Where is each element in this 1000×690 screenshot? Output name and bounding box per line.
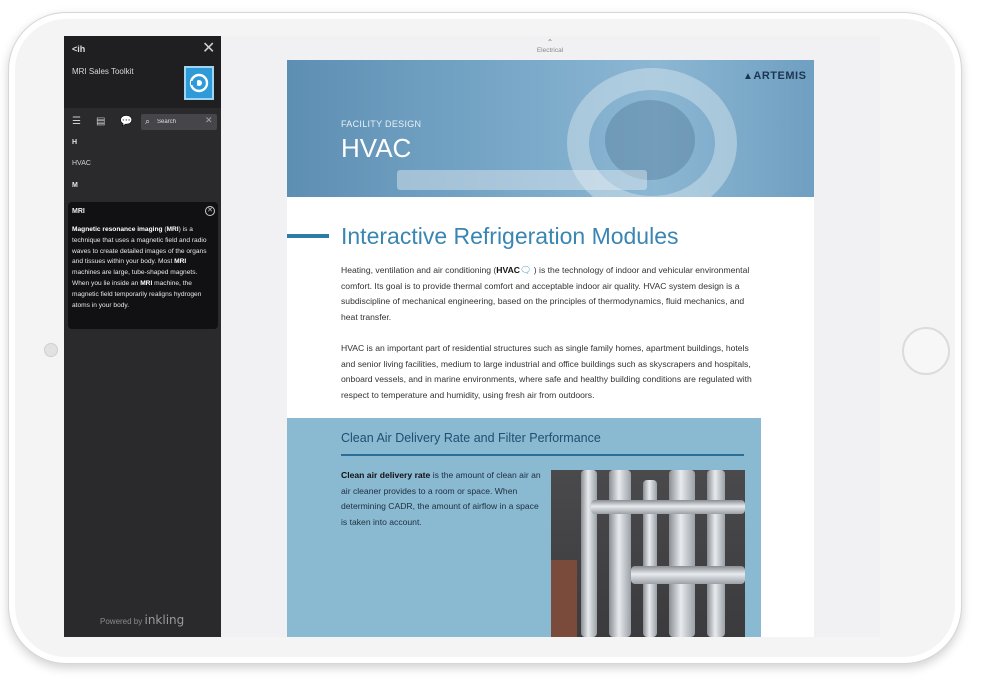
hero-title: HVAC bbox=[341, 133, 412, 163]
app-logo[interactable]: <ih bbox=[72, 44, 85, 54]
search-input[interactable] bbox=[157, 116, 203, 128]
brand-triangle-icon: ▲ bbox=[743, 71, 754, 82]
hero-image-shadow bbox=[605, 100, 695, 180]
intro-paragraph: Heating, ventilation and air conditionin… bbox=[341, 263, 763, 325]
heading-accent-bar bbox=[287, 234, 329, 238]
bold-term: HVAC bbox=[496, 265, 520, 275]
text-run: Heating, ventilation and air conditionin… bbox=[341, 265, 497, 275]
image-pipe bbox=[669, 470, 695, 637]
list-icon[interactable]: ☰ bbox=[72, 116, 84, 128]
toolkit-title: MRI Sales Toolkit bbox=[72, 67, 134, 76]
close-definition-icon[interactable]: ✕ bbox=[205, 206, 215, 216]
glossary-letter-m: M bbox=[72, 182, 78, 189]
glossary-letter-h: H bbox=[72, 139, 78, 146]
glossary-item-hvac[interactable]: HVAC bbox=[72, 160, 91, 167]
bold-term: MRI bbox=[140, 279, 153, 287]
camera-icon bbox=[44, 343, 58, 357]
callout-divider bbox=[341, 454, 744, 456]
image-pipe bbox=[581, 470, 597, 637]
powered-by-label: Powered by bbox=[100, 617, 143, 626]
image-pipe bbox=[591, 500, 745, 514]
bold-term: MRI bbox=[166, 226, 179, 233]
callout-bold-lead: Clean air delivery rate bbox=[341, 470, 431, 480]
content-area: ⌃ Electrical ▲ARTEMIS FACILITY DESIGN HV… bbox=[221, 36, 880, 637]
brand-name: ARTEMIS bbox=[753, 70, 807, 82]
toolkit-thumbnail[interactable] bbox=[184, 66, 214, 100]
sidebar: <ih ✕ MRI Sales Toolkit ☰ ▤ 💬 ⌕ ✕ H HVAC bbox=[64, 36, 221, 637]
powered-by: Powered by inkling bbox=[100, 613, 184, 627]
image-pipe bbox=[631, 566, 745, 584]
home-button[interactable] bbox=[902, 327, 950, 375]
glossary-link-icon[interactable]: 🗨 bbox=[520, 265, 531, 275]
notes-icon[interactable]: ▤ bbox=[96, 116, 108, 128]
definition-body: Magnetic resonance imaging (MRI) is a te… bbox=[72, 225, 214, 311]
callout-box: Clean Air Delivery Rate and Filter Perfo… bbox=[287, 418, 761, 637]
sidebar-header: <ih ✕ MRI Sales Toolkit bbox=[64, 36, 221, 108]
glossary-definition-card: MRI ✕ Magnetic resonance imaging (MRI) i… bbox=[68, 202, 218, 329]
image-brick-wall bbox=[551, 560, 577, 637]
chevron-up-icon: ⌃ bbox=[546, 38, 554, 47]
search-box[interactable]: ⌕ ✕ bbox=[141, 114, 217, 130]
page-heading: Interactive Refrigeration Modules bbox=[341, 223, 679, 249]
callout-text: Clean air delivery rate is the amount of… bbox=[341, 468, 541, 530]
refresh-icon bbox=[189, 73, 209, 93]
clear-search-icon[interactable]: ✕ bbox=[205, 115, 213, 126]
hvac-pipes-image[interactable] bbox=[551, 470, 745, 637]
hero-image-bed bbox=[397, 170, 647, 190]
app-screen: <ih ✕ MRI Sales Toolkit ☰ ▤ 💬 ⌕ ✕ H HVAC bbox=[64, 36, 880, 637]
second-paragraph: HVAC is an important part of residential… bbox=[341, 343, 752, 400]
hero-banner: ▲ARTEMIS FACILITY DESIGN HVAC bbox=[287, 60, 814, 197]
brand-logo: ▲ARTEMIS bbox=[743, 70, 806, 82]
page: ▲ARTEMIS FACILITY DESIGN HVAC Interactiv… bbox=[287, 60, 814, 637]
definition-term: MRI bbox=[72, 208, 85, 215]
close-icon[interactable]: ✕ bbox=[202, 41, 215, 57]
inkling-logo[interactable]: inkling bbox=[144, 613, 184, 627]
image-pipe bbox=[707, 470, 725, 637]
search-icon: ⌕ bbox=[145, 116, 151, 126]
sidebar-toolbar: ☰ ▤ 💬 ⌕ ✕ bbox=[64, 110, 221, 134]
hero-kicker: FACILITY DESIGN bbox=[341, 119, 422, 129]
bold-term: MRI bbox=[174, 258, 187, 266]
glossary-icon[interactable]: 💬 bbox=[120, 116, 132, 128]
breadcrumb-label: Electrical bbox=[536, 47, 564, 54]
image-pipe bbox=[609, 470, 631, 637]
breadcrumb[interactable]: ⌃ Electrical bbox=[535, 38, 565, 55]
callout-title: Clean Air Delivery Rate and Filter Perfo… bbox=[341, 431, 601, 445]
bold-term: Magnetic resonance imaging bbox=[72, 226, 163, 233]
